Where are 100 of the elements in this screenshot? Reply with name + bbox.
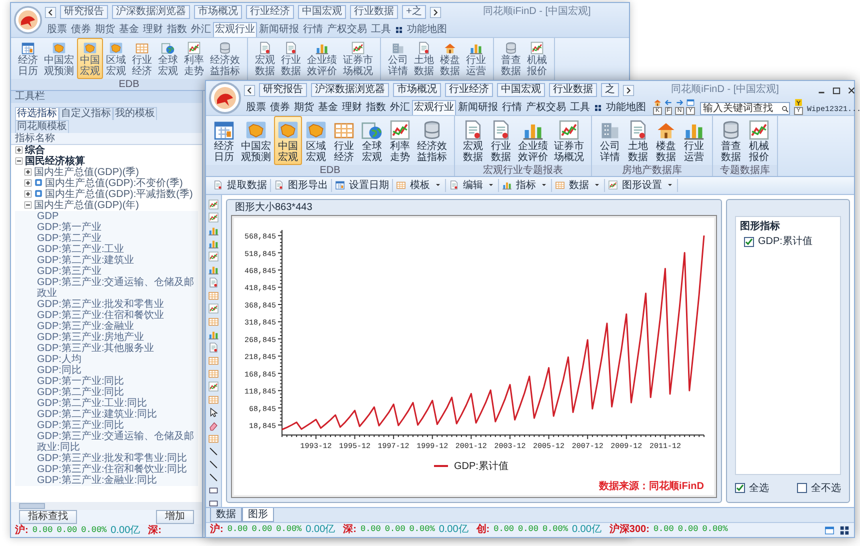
quick-tab[interactable]: 中国宏观: [497, 83, 545, 97]
menu-tab[interactable]: 基金: [316, 100, 340, 115]
quick-tab[interactable]: 行业数据: [549, 83, 597, 97]
ribbon-button[interactable]: 企业绩效评价: [515, 116, 551, 165]
quick-tab[interactable]: 研究报告: [259, 83, 307, 97]
ribbon-button[interactable]: 经济效益指标: [207, 38, 243, 79]
expand-icon[interactable]: [24, 179, 32, 187]
menu-tab[interactable]: 新闻研报: [456, 100, 500, 115]
chevron-left-icon[interactable]: [244, 84, 255, 96]
document-icon[interactable]: [208, 276, 219, 288]
quick-tab[interactable]: 市场概况: [393, 83, 441, 97]
grid-icon[interactable]: [839, 524, 850, 536]
eraser-icon[interactable]: [208, 420, 219, 431]
ribbon-button[interactable]: 公司详情: [596, 116, 624, 165]
tree-item[interactable]: 国内生产总值(GDP):不变价(季): [45, 178, 183, 189]
ribbon-button[interactable]: 机械报价: [524, 38, 550, 79]
ribbon-button[interactable]: 楼盘数据: [652, 116, 680, 165]
menu-tab[interactable]: 基金: [117, 22, 141, 37]
ribbon-button[interactable]: 全球宏观: [358, 116, 386, 165]
menu-tab[interactable]: 指数: [165, 22, 189, 37]
quick-tab[interactable]: 中国宏观: [298, 5, 346, 19]
line-chart-icon[interactable]: [208, 198, 219, 210]
toolbar-button[interactable]: 数据: [552, 178, 605, 192]
ribbon-button[interactable]: 经济效益指标: [414, 116, 450, 165]
checkbox[interactable]: [744, 237, 754, 248]
collapse-icon[interactable]: [15, 157, 23, 165]
back-arrow-icon[interactable]: [664, 98, 673, 107]
ribbon-button[interactable]: 经济日历: [210, 116, 238, 165]
maximize-icon[interactable]: [831, 84, 842, 96]
panel-button[interactable]: 指标查找: [19, 510, 77, 524]
toolbar-button[interactable]: 指标: [499, 178, 552, 192]
search-icon[interactable]: [781, 104, 789, 112]
ribbon-button[interactable]: 行业运营: [463, 38, 489, 79]
menu-tab[interactable]: 宏观行业: [213, 22, 257, 37]
menu-tab[interactable]: 股票: [45, 22, 69, 37]
line-icon[interactable]: [208, 472, 219, 483]
ribbon-button[interactable]: 楼盘数据: [437, 38, 463, 79]
menu-tab[interactable]: 产权交易: [325, 22, 369, 37]
ribbon-button[interactable]: 土地数据: [411, 38, 437, 79]
line-icon[interactable]: [208, 458, 219, 470]
menu-tab[interactable]: 理财: [340, 100, 364, 115]
window-icon[interactable]: [824, 524, 835, 536]
quick-tab[interactable]: 研究报告: [60, 5, 108, 19]
close-icon[interactable]: [846, 84, 858, 96]
menu-tab[interactable]: 债券: [69, 22, 93, 37]
sheet-tab[interactable]: 数据: [210, 508, 242, 522]
ribbon-button[interactable]: 利率走势: [386, 116, 414, 165]
ribbon-button[interactable]: 企业绩效评价: [304, 38, 340, 79]
table-icon[interactable]: [208, 368, 219, 379]
panel-button[interactable]: 增加: [156, 510, 194, 524]
ribbon-button[interactable]: 公司详情: [385, 38, 411, 79]
ribbon-button[interactable]: 宏观数据: [459, 116, 487, 165]
ribbon-button[interactable]: 经济日历: [15, 38, 41, 79]
line-chart-icon[interactable]: [208, 250, 219, 262]
menu-tab[interactable]: 期货: [292, 100, 316, 115]
panel-tab[interactable]: 同花顺模板: [15, 120, 69, 132]
quick-tab[interactable]: 行业经济: [445, 83, 493, 97]
ribbon-button[interactable]: 普查数据: [498, 38, 524, 79]
ribbon-button[interactable]: 证券市场概况: [340, 38, 376, 79]
ribbon-button[interactable]: 区域宏观: [103, 38, 129, 79]
ribbon-button[interactable]: 区域宏观: [302, 116, 330, 165]
menu-tab[interactable]: 工具: [568, 100, 592, 115]
menu-tab[interactable]: 理财: [141, 22, 165, 37]
collapse-icon[interactable]: [24, 201, 32, 209]
table-icon[interactable]: [208, 354, 219, 366]
ribbon-button[interactable]: 行业数据: [278, 38, 304, 79]
table-icon[interactable]: [208, 316, 219, 327]
menu-tab[interactable]: 行情: [500, 100, 524, 115]
toolbar-button[interactable]: 模板: [393, 178, 446, 192]
menu-tab[interactable]: 指数: [364, 100, 388, 115]
menu-tab[interactable]: 期货: [93, 22, 117, 37]
menu-tab[interactable]: 工具: [369, 22, 393, 37]
toolbar-button[interactable]: 编辑: [446, 178, 499, 192]
ribbon-button[interactable]: 证券市场概况: [551, 116, 587, 165]
expand-icon[interactable]: [24, 190, 32, 198]
panel-tab[interactable]: 我的模板: [113, 106, 157, 120]
ribbon-button[interactable]: 行业经济: [129, 38, 155, 79]
checkbox[interactable]: [735, 483, 745, 494]
menu-tab[interactable]: 新闻研报: [257, 22, 301, 37]
ribbon-button[interactable]: 全球宏观: [155, 38, 181, 79]
toolbar-button[interactable]: 图形导出: [271, 178, 332, 192]
toolbar-button[interactable]: 提取数据: [210, 178, 271, 192]
expand-icon[interactable]: [15, 146, 23, 154]
table-icon[interactable]: [208, 290, 219, 301]
document-icon[interactable]: [208, 342, 219, 353]
line-chart-icon[interactable]: [208, 380, 219, 392]
menu-tab[interactable]: 外汇: [388, 100, 412, 115]
quick-tab[interactable]: 行业经济: [246, 5, 294, 19]
toolbar-button[interactable]: 图形设置: [605, 178, 678, 192]
tree-item[interactable]: 国民经济核算: [25, 156, 85, 167]
ribbon-button[interactable]: 中国宏观预测: [41, 38, 77, 79]
menu-tab[interactable]: 债券: [268, 100, 292, 115]
scrollbar[interactable]: [11, 502, 202, 510]
quick-tab[interactable]: 之: [601, 83, 619, 97]
tree-item[interactable]: 国内生产总值(GDP)(年): [34, 200, 139, 211]
tree-item[interactable]: 国内生产总值(GDP):平减指数(季): [45, 189, 193, 200]
chevron-right-icon[interactable]: [430, 6, 441, 18]
tree-item[interactable]: GDP: [37, 211, 59, 222]
logo-icon[interactable]: [209, 82, 241, 114]
forward-arrow-icon[interactable]: [675, 98, 684, 107]
